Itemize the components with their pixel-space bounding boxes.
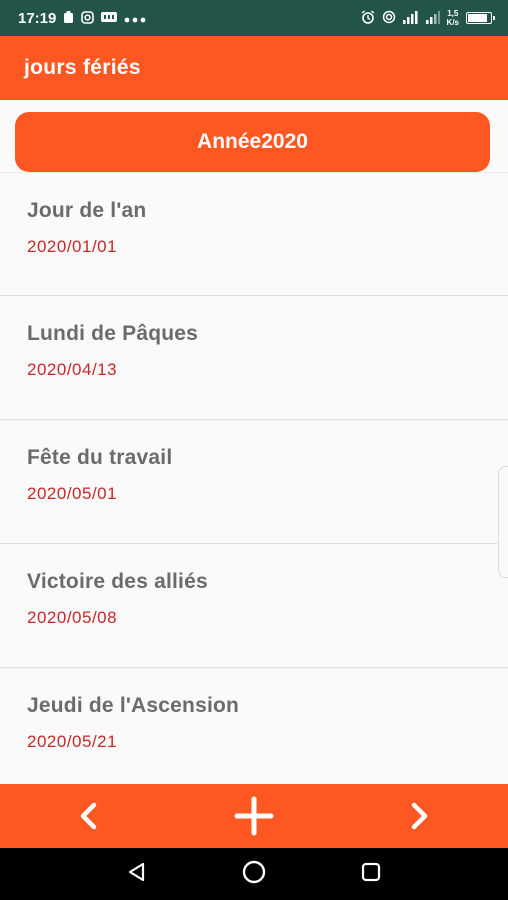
previous-year-button[interactable] <box>68 796 108 836</box>
app-icon <box>101 11 118 25</box>
next-year-button[interactable] <box>400 796 440 836</box>
list-item[interactable]: Victoire des alliés 2020/05/08 <box>0 544 508 668</box>
instagram-icon <box>81 10 95 26</box>
network-speed-unit: K/s <box>446 18 459 27</box>
system-nav-bar <box>0 848 508 900</box>
home-circle-icon[interactable] <box>241 859 267 890</box>
network-speed-value: 1,5 <box>447 9 459 18</box>
status-bar-left: 17:19 <box>18 10 146 27</box>
list-item[interactable]: Jour de l'an 2020/01/01 <box>0 172 508 296</box>
list-item[interactable]: Jeudi de l'Ascension 2020/05/21 <box>0 668 508 792</box>
year-button[interactable]: Année2020 <box>15 112 490 172</box>
holiday-name: Victoire des alliés <box>27 570 208 593</box>
alarm-icon <box>361 10 375 26</box>
status-bar-right: 1,5 K/s <box>361 9 495 27</box>
year-button-label: Année2020 <box>197 130 308 153</box>
holiday-date: 2020/05/21 <box>27 732 118 751</box>
list-item[interactable]: Fête du travail 2020/05/01 <box>0 420 508 544</box>
hotspot-icon <box>382 10 396 26</box>
battery-icon <box>466 12 495 24</box>
status-time: 17:19 <box>18 9 57 27</box>
signal-icon <box>425 10 440 26</box>
edge-panel-handle[interactable] <box>498 466 508 578</box>
holiday-name: Jour de l'an <box>27 199 147 222</box>
recents-square-icon[interactable] <box>360 861 382 888</box>
holiday-list: Jour de l'an 2020/01/01 Lundi de Pâques … <box>0 172 508 792</box>
holiday-date: 2020/05/01 <box>27 484 118 503</box>
app-bar: jours fériés <box>0 36 508 100</box>
holiday-date: 2020/05/08 <box>27 608 118 627</box>
holiday-name: Jeudi de l'Ascension <box>27 694 240 717</box>
more-dots-icon <box>124 12 146 25</box>
signal-icon <box>402 10 419 26</box>
status-bar: 17:19 1,5 K/s <box>0 0 508 36</box>
chevron-right-icon <box>411 802 428 830</box>
holiday-date: 2020/01/01 <box>27 237 118 256</box>
add-button[interactable] <box>234 796 274 836</box>
network-speed: 1,5 K/s <box>447 9 459 27</box>
notification-icon <box>63 10 74 26</box>
bottom-bar <box>0 784 508 848</box>
back-triangle-icon[interactable] <box>126 861 148 888</box>
holiday-name: Fête du travail <box>27 446 173 469</box>
chevron-left-icon <box>80 802 97 830</box>
holiday-date: 2020/04/13 <box>27 360 118 379</box>
holiday-name: Lundi de Pâques <box>27 322 199 345</box>
list-item[interactable]: Lundi de Pâques 2020/04/13 <box>0 296 508 420</box>
app-title: jours fériés <box>24 56 141 79</box>
plus-icon <box>234 796 274 836</box>
